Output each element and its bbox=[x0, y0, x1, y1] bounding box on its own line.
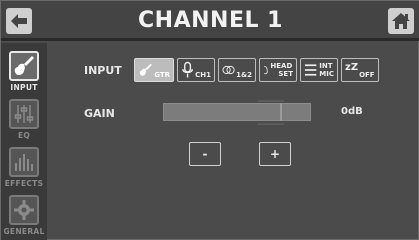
input-label: INPUT bbox=[84, 64, 122, 77]
gear-icon bbox=[9, 195, 39, 225]
effects-bars-icon bbox=[9, 147, 39, 177]
option-label: GTR bbox=[154, 71, 170, 79]
input-option-gtr[interactable]: GTR bbox=[134, 58, 174, 82]
sidebar-item-input[interactable]: INPUT bbox=[5, 51, 43, 97]
lines-icon bbox=[304, 64, 317, 76]
input-selector: GTR CH1 1&2 HEAD SET INT MIC zZ OFF bbox=[134, 58, 379, 82]
gain-marker-bottom bbox=[258, 123, 284, 125]
input-option-headset[interactable]: HEAD SET bbox=[259, 58, 297, 82]
sidebar-item-label: GENERAL bbox=[3, 227, 45, 236]
headset-icon bbox=[263, 65, 268, 75]
channel-screen: CHANNEL 1 INPUT EQ EFFECTS GENERAL INPUT… bbox=[0, 0, 419, 240]
guitar-icon bbox=[9, 51, 39, 81]
input-option-1and2[interactable]: 1&2 bbox=[218, 58, 256, 82]
input-option-ch1[interactable]: CH1 bbox=[177, 58, 215, 82]
home-icon bbox=[392, 13, 410, 29]
input-option-intmic[interactable]: INT MIC bbox=[300, 58, 338, 82]
gain-plus-button[interactable]: + bbox=[259, 142, 291, 166]
home-button[interactable] bbox=[388, 8, 414, 34]
header-bar: CHANNEL 1 bbox=[1, 1, 419, 41]
option-label-bottom: MIC bbox=[319, 70, 334, 78]
gain-minus-button[interactable]: - bbox=[189, 142, 221, 166]
sidebar: INPUT EQ EFFECTS GENERAL bbox=[1, 43, 47, 240]
option-label-top: INT bbox=[319, 62, 333, 70]
input-option-off[interactable]: zZ OFF bbox=[341, 58, 379, 82]
gain-marker-top bbox=[258, 100, 284, 102]
eq-sliders-icon bbox=[9, 99, 39, 129]
option-label-stack: INT MIC bbox=[319, 62, 334, 78]
option-label-top: HEAD bbox=[270, 62, 293, 70]
gain-slider[interactable] bbox=[163, 103, 311, 121]
option-label-stack: HEAD SET bbox=[270, 62, 293, 78]
option-label-bottom: SET bbox=[278, 70, 293, 78]
microphone-icon bbox=[182, 61, 193, 78]
sidebar-item-label: EQ bbox=[17, 131, 31, 140]
guitar-icon bbox=[139, 63, 152, 76]
sidebar-item-effects[interactable]: EFFECTS bbox=[5, 147, 43, 193]
gain-value: 0dB bbox=[341, 106, 363, 117]
option-label: 1&2 bbox=[236, 71, 252, 79]
sidebar-item-general[interactable]: GENERAL bbox=[3, 195, 45, 240]
link-rings-icon bbox=[222, 65, 235, 75]
gain-slider-handle[interactable] bbox=[280, 103, 282, 121]
page-title: CHANNEL 1 bbox=[138, 8, 283, 33]
option-label: OFF bbox=[359, 71, 375, 79]
sidebar-item-label: EFFECTS bbox=[4, 179, 44, 188]
sidebar-item-label: INPUT bbox=[10, 83, 38, 92]
option-label: CH1 bbox=[195, 71, 211, 79]
sleep-icon: zZ bbox=[345, 62, 359, 73]
gain-label: GAIN bbox=[84, 107, 115, 120]
sidebar-item-eq[interactable]: EQ bbox=[5, 99, 43, 145]
